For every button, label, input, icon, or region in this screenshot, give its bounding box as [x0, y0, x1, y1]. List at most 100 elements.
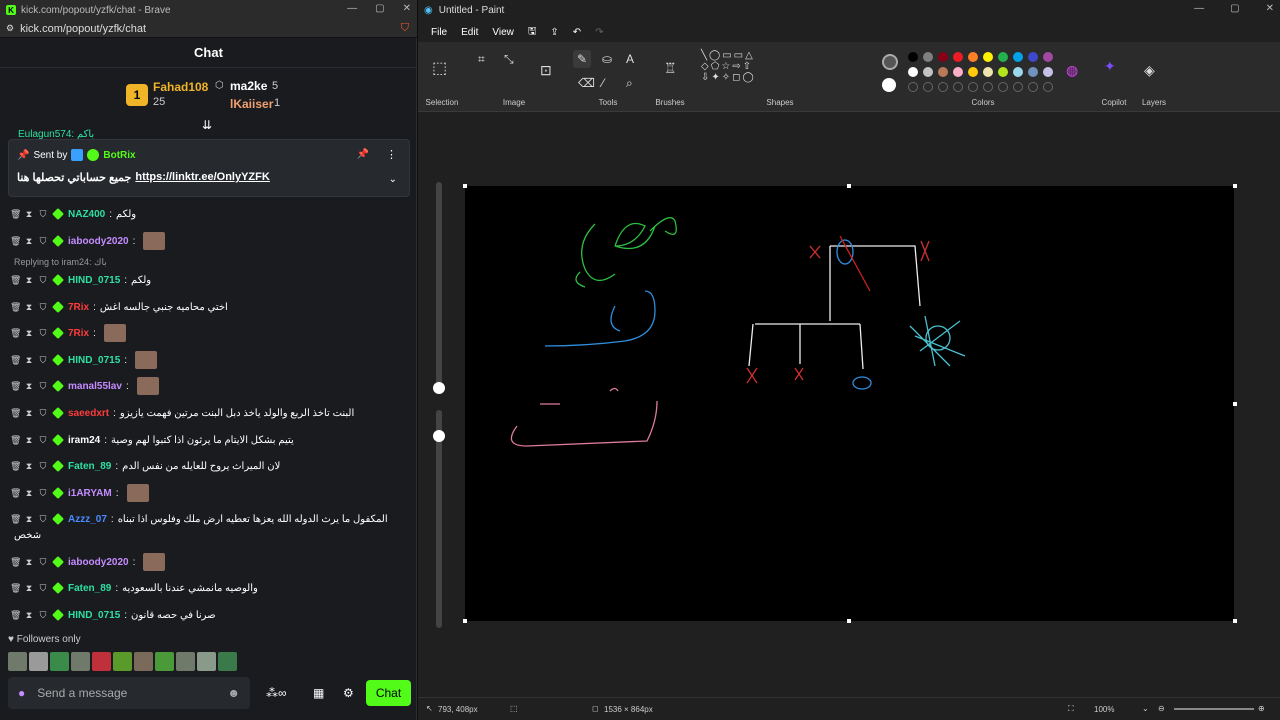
pencil-icon[interactable]: ✎: [573, 50, 592, 68]
slider-thumb[interactable]: [433, 382, 445, 394]
expand-chevron-icon[interactable]: ⌄: [389, 174, 397, 185]
menu-file[interactable]: File: [426, 25, 452, 40]
ban-icon[interactable]: ⛉: [38, 610, 48, 621]
text-icon[interactable]: A: [626, 52, 634, 66]
mic-icon[interactable]: ●: [18, 686, 25, 700]
palette-swatch[interactable]: [983, 52, 993, 62]
leader-1-name[interactable]: Fahad108: [153, 80, 208, 94]
palette-swatch[interactable]: [908, 67, 918, 77]
address-bar[interactable]: ⚙ kick.com/popout/yzfk/chat ⛉: [0, 20, 417, 38]
message-username[interactable]: Faten_89: [68, 583, 111, 594]
timeout-icon[interactable]: ⧗: [24, 275, 34, 286]
palette-swatch[interactable]: [1043, 52, 1053, 62]
ban-icon[interactable]: ⛉: [38, 209, 48, 220]
custom-swatch[interactable]: [1013, 82, 1023, 92]
timeout-icon[interactable]: ⧗: [24, 209, 34, 220]
emoji-icon[interactable]: ☻: [227, 686, 240, 700]
palette-swatch[interactable]: [968, 52, 978, 62]
emote[interactable]: [176, 652, 195, 671]
ban-icon[interactable]: ⛉: [38, 355, 48, 366]
message-username[interactable]: saeedxrt: [68, 408, 109, 419]
canvas-handle[interactable]: [463, 184, 467, 188]
emote[interactable]: [113, 652, 132, 671]
fill-icon[interactable]: ⛀: [602, 52, 612, 66]
custom-swatch[interactable]: [953, 82, 963, 92]
zoom-dropdown-icon[interactable]: ⌄: [1142, 704, 1149, 713]
delete-icon[interactable]: 🗑: [10, 209, 21, 220]
settings-gear-icon[interactable]: ⚙: [343, 686, 354, 700]
palette-swatch[interactable]: [938, 52, 948, 62]
color-1-swatch[interactable]: [882, 54, 898, 70]
minimize-icon[interactable]: —: [347, 3, 357, 14]
palette-swatch[interactable]: [1043, 67, 1053, 77]
timeout-icon[interactable]: ⧗: [24, 610, 34, 621]
message-username[interactable]: i1ARYAM: [68, 488, 112, 499]
custom-swatch[interactable]: [938, 82, 948, 92]
share-icon[interactable]: ⇪: [545, 25, 563, 40]
fit-icon[interactable]: ⛶: [1068, 704, 1074, 714]
ban-icon[interactable]: ⛉: [38, 583, 48, 594]
emote[interactable]: [50, 652, 69, 671]
unpin-icon[interactable]: 📌: [357, 149, 369, 160]
close-icon[interactable]: ✕: [1266, 3, 1274, 14]
store-icon[interactable]: ▦: [313, 686, 324, 700]
leader-3-name[interactable]: lKaiiser: [230, 97, 273, 111]
canvas-handle[interactable]: [1233, 184, 1237, 188]
palette-swatch[interactable]: [938, 67, 948, 77]
delete-icon[interactable]: 🗑: [10, 236, 21, 247]
delete-icon[interactable]: 🗑: [10, 381, 21, 392]
vertical-slider[interactable]: [433, 182, 445, 394]
pinned-link[interactable]: https://linktr.ee/OnlyYZFK: [135, 171, 269, 184]
size-slider[interactable]: [433, 410, 445, 628]
timeout-icon[interactable]: ⧗: [24, 435, 34, 446]
canvas-handle[interactable]: [847, 184, 851, 188]
emote[interactable]: [92, 652, 111, 671]
menu-view[interactable]: View: [487, 25, 519, 40]
timeout-icon[interactable]: ⧗: [24, 381, 34, 392]
canvas-handle[interactable]: [1233, 619, 1237, 623]
ban-icon[interactable]: ⛉: [38, 275, 48, 286]
ban-icon[interactable]: ⛉: [38, 435, 48, 446]
redo-icon[interactable]: ↷: [590, 25, 608, 40]
message-username[interactable]: iaboody2020: [68, 557, 129, 568]
emote[interactable]: [197, 652, 216, 671]
maximize-icon[interactable]: ▢: [1230, 3, 1239, 14]
delete-icon[interactable]: 🗑: [10, 557, 21, 568]
delete-icon[interactable]: 🗑: [10, 514, 21, 525]
message-username[interactable]: Azzz_07: [68, 514, 107, 525]
timeout-icon[interactable]: ⧗: [24, 583, 34, 594]
palette-swatch[interactable]: [923, 67, 933, 77]
pinned-sender[interactable]: BotRix: [103, 150, 135, 161]
layers-icon[interactable]: ◈: [1144, 62, 1155, 79]
timeout-icon[interactable]: ⧗: [24, 408, 34, 419]
zoom-out-icon[interactable]: ⊖: [1158, 704, 1165, 713]
emote[interactable]: [8, 652, 27, 671]
message-username[interactable]: HIND_0715: [68, 355, 120, 366]
save-icon[interactable]: 🖫: [523, 22, 542, 43]
palette-swatch[interactable]: [953, 52, 963, 62]
resize-icon[interactable]: ⤡: [504, 52, 514, 67]
message-username[interactable]: HIND_0715: [68, 275, 120, 286]
ban-icon[interactable]: ⛉: [38, 381, 48, 392]
collapse-icon[interactable]: ⇊: [202, 118, 212, 132]
timeout-icon[interactable]: ⧗: [24, 328, 34, 339]
timeout-icon[interactable]: ⧗: [24, 557, 34, 568]
delete-icon[interactable]: 🗑: [10, 583, 21, 594]
chat-send-button[interactable]: Chat: [366, 680, 411, 706]
brave-shield-icon[interactable]: ⛉: [401, 22, 409, 35]
color-2-swatch[interactable]: [882, 78, 896, 92]
message-username[interactable]: iram24: [68, 435, 100, 446]
minimize-icon[interactable]: —: [1194, 3, 1204, 14]
canvas-handle[interactable]: [463, 619, 467, 623]
brush-icon[interactable]: ♖: [664, 60, 677, 77]
delete-icon[interactable]: 🗑: [10, 488, 21, 499]
timeout-icon[interactable]: ⧗: [24, 461, 34, 472]
emote[interactable]: [71, 652, 90, 671]
message-username[interactable]: 7Rix: [68, 328, 89, 339]
custom-swatch[interactable]: [908, 82, 918, 92]
zoom-in-icon[interactable]: ⊕: [1258, 704, 1265, 713]
delete-icon[interactable]: 🗑: [10, 610, 21, 621]
palette-swatch[interactable]: [1013, 67, 1023, 77]
drawing-canvas[interactable]: [465, 186, 1234, 621]
more-options-icon[interactable]: ⋮: [386, 148, 397, 161]
